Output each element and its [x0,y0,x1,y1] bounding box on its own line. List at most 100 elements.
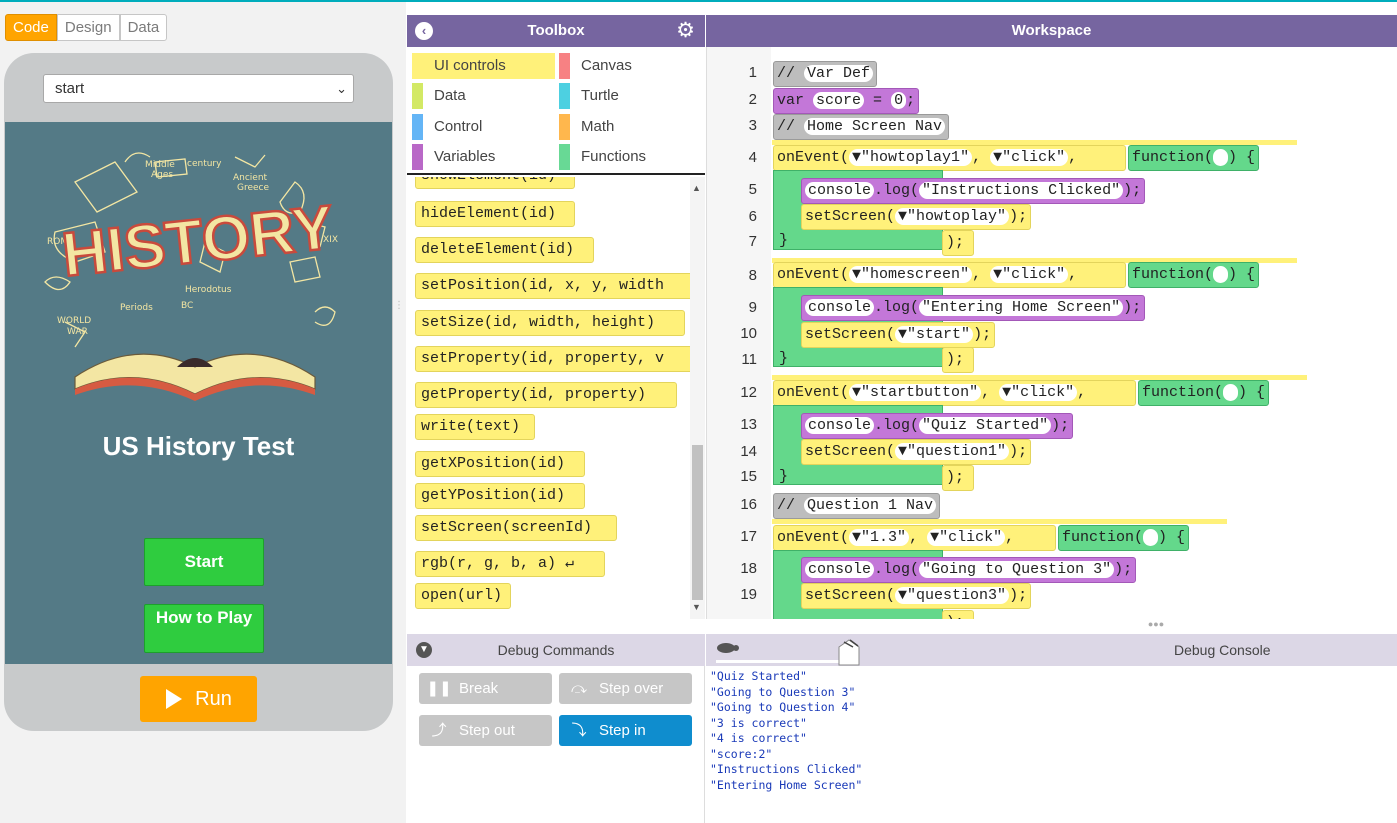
line-number: 18 [740,560,757,577]
comment-text[interactable]: Home Screen Nav [804,118,946,135]
step-over-button[interactable]: ⤼ Step over [559,673,692,704]
block-set-position[interactable]: setPosition(id, x, y, width [415,273,695,299]
svg-text:WORLD: WORLD [57,316,91,326]
app-panel: Code Design Data start ⌄ Middle Ages cen… [0,2,406,823]
event-type-dropdown[interactable]: ▼"click" [990,266,1069,283]
function-block[interactable]: function( ) { [1138,380,1270,406]
element-id-dropdown[interactable]: ▼"startbutton" [849,384,982,401]
toolbox-scroll-thumb[interactable] [692,445,703,600]
element-id-dropdown[interactable]: ▼"homescreen" [849,266,973,283]
function-block[interactable]: function( ) { [1058,525,1190,551]
var-name[interactable]: score [813,92,865,109]
run-button[interactable]: Run [140,676,257,722]
block-get-x-position[interactable]: getXPosition(id) [415,451,585,477]
comment-text[interactable]: Var Def [804,65,874,82]
workspace-title: Workspace [1011,22,1092,39]
category-math[interactable]: Math [559,114,699,140]
block-open[interactable]: open(url) [415,583,511,609]
debug-console-output[interactable]: "Quiz Started" "Going to Question 3" "Go… [706,666,1397,823]
block-set-size[interactable]: setSize(id, width, height) [415,310,685,336]
set-screen-block[interactable]: setScreen(▼"howtoplay"); [801,204,1032,230]
category-turtle[interactable]: Turtle [559,83,699,109]
function-block[interactable]: function( ) { [1128,262,1260,288]
console-log-block[interactable]: console .log("Quiz Started"); [801,413,1074,439]
onevent-block[interactable]: onEvent(▼"startbutton", ▼"click", [773,380,1136,406]
onevent-block[interactable]: onEvent(▼"homescreen", ▼"click", [773,262,1126,288]
var-block[interactable]: var score = 0; [773,88,920,114]
svg-text:Greece: Greece [237,183,269,193]
block-delete-element[interactable]: deleteElement(id) [415,237,594,263]
set-screen-block[interactable]: setScreen(▼"question3"); [801,583,1032,609]
category-control[interactable]: Control [412,114,555,140]
start-button[interactable]: Start [144,538,264,586]
category-canvas[interactable]: Canvas [559,53,699,79]
category-variables[interactable]: Variables [412,144,555,170]
screen-select[interactable]: start ⌄ [43,74,354,103]
console-line: "score:2" [710,746,773,761]
block-show-element[interactable]: showElement(id) [415,177,575,189]
comment-block[interactable]: // Var Def [773,61,878,87]
svg-text:Middle: Middle [145,160,175,170]
event-type-dropdown[interactable]: ▼"click" [999,384,1078,401]
function-block[interactable]: function( ) { [1128,145,1260,171]
howto-play-button[interactable]: How to Play [144,604,264,653]
console-line: "Going to Question 3" [710,684,856,699]
mode-data-button[interactable]: Data [119,14,168,41]
console-line: "Instructions Clicked" [710,762,863,776]
console-line: "4 is correct" [710,731,807,745]
category-functions[interactable]: Functions [559,144,699,170]
speed-slider-handle[interactable] [836,638,862,666]
chevron-down-icon[interactable]: ▼ [416,642,432,658]
console-log-block[interactable]: console .log("Going to Question 3"); [801,557,1137,583]
block-write[interactable]: write(text) [415,414,535,440]
panel-resize-handle[interactable]: ⋮ [394,301,404,332]
break-button[interactable]: ❚❚ Break [419,673,552,704]
var-value[interactable]: 0 [891,92,907,109]
console-resize-handle[interactable]: ●●● [1144,619,1168,629]
block-set-screen[interactable]: setScreen(screenId) [415,515,617,541]
console-line: "3 is correct" [710,715,807,730]
step-out-button[interactable]: ⤴ Step out [419,715,552,746]
svg-text:Ages: Ages [151,170,173,180]
block-get-property[interactable]: getProperty(id, property) [415,382,677,408]
line-number: 7 [748,233,757,250]
debug-console-title: Debug Console [1174,642,1271,658]
console-log-block[interactable]: console .log("Instructions Clicked"); [801,178,1146,204]
comment-block[interactable]: // Question 1 Nav [773,493,941,519]
speed-slider-track[interactable] [716,660,848,663]
set-screen-block[interactable]: setScreen(▼"start"); [801,322,996,348]
block-set-property[interactable]: setProperty(id, property, v [415,346,695,372]
block-hide-element[interactable]: hideElement(id) [415,201,575,227]
scroll-down-icon[interactable]: ▼ [692,602,701,612]
scroll-up-icon[interactable]: ▲ [692,183,701,193]
line-number: 12 [740,384,757,401]
event-type-dropdown[interactable]: ▼"click" [927,529,1006,546]
gear-icon[interactable]: ⚙ [676,15,695,47]
onevent-block[interactable]: onEvent(▼"1.3", ▼"click", [773,525,1056,551]
svg-text:BC: BC [181,301,193,311]
step-in-icon: ⤵ [571,722,587,739]
step-in-button[interactable]: ⤵ Step in [559,715,692,746]
category-ui-controls[interactable]: UI controls [412,53,555,79]
block-get-y-position[interactable]: getYPosition(id) [415,483,585,509]
mode-design-button[interactable]: Design [56,14,120,41]
line-number: 1 [748,64,757,81]
block-rgb[interactable]: rgb(r, g, b, a) ↵ [415,551,605,577]
element-id-dropdown[interactable]: ▼"1.3" [849,529,910,546]
set-screen-block[interactable]: setScreen(▼"question1"); [801,439,1032,465]
console-log-block[interactable]: console .log("Entering Home Screen"); [801,295,1146,321]
mode-code-button[interactable]: Code [5,14,57,41]
screen-select-value: start [55,80,85,97]
app-screen[interactable]: Middle Ages century Ancient Greece ROME Hero… [5,122,392,664]
onevent-block[interactable]: onEvent(▼"howtoplay1", ▼"click", [773,145,1126,171]
event-type-dropdown[interactable]: ▼"click" [990,149,1069,166]
category-data[interactable]: Data [412,83,555,109]
comment-block[interactable]: // Home Screen Nav [773,114,950,140]
element-id-dropdown[interactable]: ▼"howtoplay1" [849,149,973,166]
toolbox-scrollbar[interactable]: ▲ ▼ [690,177,705,619]
workspace[interactable]: 1 2 3 4 5 6 7 8 9 10 11 12 13 14 15 16 1… [706,47,1397,619]
svg-text:century: century [187,159,222,169]
line-number-gutter: 1 2 3 4 5 6 7 8 9 10 11 12 13 14 15 16 1… [707,47,771,619]
collapse-left-icon[interactable]: ‹ [415,22,433,40]
comment-text[interactable]: Question 1 Nav [804,497,937,514]
